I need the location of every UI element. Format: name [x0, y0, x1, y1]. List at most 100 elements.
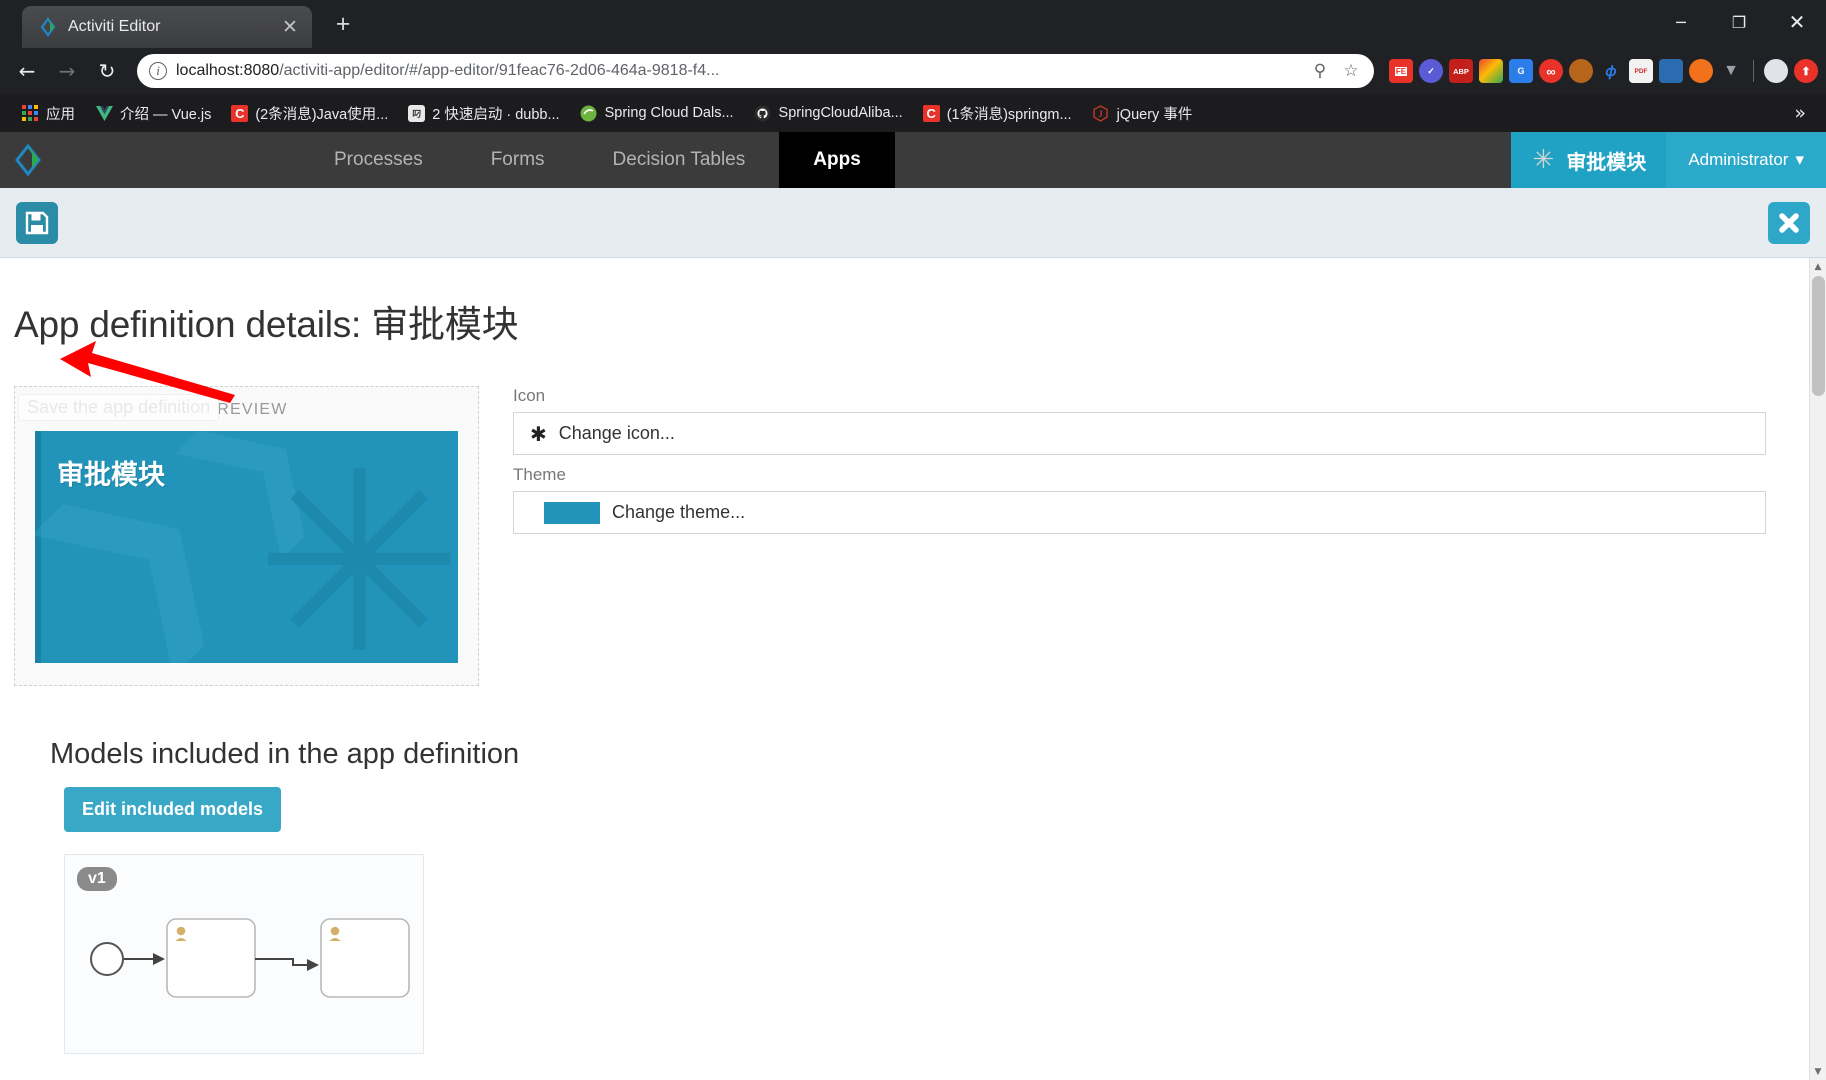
window-controls: ─ ❐ ✕ — [1652, 0, 1826, 44]
icon-field-label: Icon — [513, 386, 546, 405]
scroll-down-icon[interactable]: ▼ — [1810, 1063, 1826, 1080]
browser-toolbar: ← → ↻ i localhost:8080/activiti-app/edit… — [0, 48, 1826, 94]
bookmarks-overflow-icon[interactable]: » — [1786, 102, 1814, 124]
orange-dot-extension-icon[interactable] — [1689, 59, 1713, 83]
bookmark-label: (2条消息)Java使用... — [255, 106, 389, 123]
bookmark-label: Spring Cloud Dals... — [604, 105, 734, 121]
change-theme-field[interactable]: Change theme... — [513, 491, 1766, 534]
user-menu[interactable]: Administrator ▾ — [1666, 132, 1826, 188]
theme-color-swatch — [544, 501, 600, 524]
change-theme-label: Change theme... — [612, 502, 746, 522]
v-extension-icon[interactable]: ▼ — [1719, 59, 1743, 83]
bookmark-item-vuejs[interactable]: 介绍 — Vue.js — [86, 99, 220, 128]
forward-icon[interactable]: → — [48, 52, 86, 90]
current-app-indicator[interactable]: ✳ 审批模块 — [1510, 132, 1667, 188]
dubbo-icon: 叼 — [408, 104, 426, 122]
toolbar-divider — [1753, 60, 1754, 82]
model-card[interactable]: v1 — [64, 854, 424, 1054]
minimize-icon[interactable]: ─ — [1652, 0, 1710, 44]
page-info-icon[interactable]: i — [149, 62, 167, 80]
asterisk-icon: ✳ — [1532, 145, 1555, 175]
weather-extension-icon[interactable] — [1764, 59, 1788, 83]
bookmark-label: 应用 — [46, 106, 75, 123]
app-nav-items: Processes Forms Decision Tables Apps — [300, 132, 895, 199]
bookmark-item-apps[interactable]: 应用 — [12, 99, 84, 128]
url-path: /activiti-app/editor/#/app-editor/91feac… — [279, 62, 720, 79]
change-icon-field[interactable]: ✱ Change icon... — [513, 412, 1766, 455]
tab-decision-tables[interactable]: Decision Tables — [579, 132, 780, 188]
bookmark-star-icon[interactable]: ☆ — [1340, 61, 1362, 81]
bookmark-item-csdn-java[interactable]: C (2条消息)Java使用... — [222, 99, 397, 128]
csdn-icon: C — [231, 104, 249, 122]
google-translate-extension-icon[interactable]: G — [1509, 59, 1533, 83]
window-close-icon[interactable]: ✕ — [1768, 0, 1826, 44]
app-navbar: Processes Forms Decision Tables Apps ✳ 审… — [0, 132, 1826, 199]
editor-toolbar — [0, 188, 1826, 258]
back-icon[interactable]: ← — [8, 52, 46, 90]
preview-box: PREVIEW ❯ ❯ ✳ 审批模块 — [14, 386, 479, 686]
search-icon[interactable]: ⚲ — [1309, 61, 1331, 81]
asterisk-icon: ✳ — [254, 431, 458, 664]
tab-title: Activiti Editor — [68, 18, 161, 35]
models-section-title: Models included in the app definition — [50, 738, 520, 770]
csdn-icon: C — [922, 104, 940, 122]
current-app-label: 审批模块 — [1566, 151, 1647, 174]
page-title: App definition details: 审批模块 — [14, 304, 519, 345]
bookmark-label: jQuery 事件 — [1116, 106, 1193, 123]
close-x-icon — [1779, 212, 1799, 233]
leaf-extension-icon[interactable]: 𝜙 — [1599, 59, 1623, 83]
url-host: localhost:8080 — [176, 62, 280, 79]
app-nav-right: ✳ 审批模块 Administrator ▾ — [1510, 132, 1826, 188]
bookmark-item-csdn-springm[interactable]: C (1条消息)springm... — [914, 99, 1081, 128]
monkey-extension-icon[interactable] — [1569, 59, 1593, 83]
svg-text:J: J — [1098, 109, 1103, 119]
chevron-down-icon: ▾ — [1795, 150, 1804, 169]
bookmark-label: 2 快速启动 · dubb... — [432, 106, 560, 123]
tab-strip: Activiti Editor ✕ + ─ ❐ ✕ — [0, 0, 1826, 48]
close-icon[interactable]: ✕ — [278, 15, 302, 39]
address-bar[interactable]: i localhost:8080/activiti-app/editor/#/a… — [137, 54, 1374, 88]
check-circle-extension-icon[interactable]: ✓ — [1419, 59, 1443, 83]
browser-tab[interactable]: Activiti Editor ✕ — [22, 6, 312, 48]
bookmark-item-jquery[interactable]: J jQuery 事件 — [1083, 99, 1202, 128]
bookmarks-bar: 应用 介绍 — Vue.js C (2条消息)Java使用... 叼 2 快速启… — [0, 94, 1826, 132]
pdfjs-extension-icon[interactable]: PDF — [1629, 59, 1653, 83]
bookmark-item-spring-cloud-alibaba[interactable]: SpringCloudAliba... — [745, 100, 912, 126]
infinity-extension-icon[interactable]: ∞ — [1539, 59, 1563, 83]
block-extension-icon[interactable] — [1659, 59, 1683, 83]
adblock-plus-extension-icon[interactable]: ABP — [1449, 59, 1473, 83]
theme-field-label: Theme — [513, 465, 566, 484]
vertical-scrollbar[interactable]: ▲ ▼ — [1809, 258, 1826, 1080]
user-menu-label: Administrator — [1688, 150, 1789, 169]
version-badge: v1 — [77, 867, 117, 891]
close-editor-button[interactable] — [1768, 201, 1810, 244]
spring-icon — [580, 104, 598, 122]
tab-forms[interactable]: Forms — [457, 132, 579, 188]
bookmark-label: SpringCloudAliba... — [778, 105, 903, 121]
save-button[interactable] — [16, 201, 58, 244]
bookmark-item-dubbo[interactable]: 叼 2 快速启动 · dubb... — [399, 99, 568, 128]
app-preview-tile: ❯ ❯ ✳ 审批模块 — [35, 431, 458, 663]
save-tooltip: Save the app definition — [18, 394, 220, 421]
vue-icon — [95, 104, 113, 122]
activiti-logo-icon[interactable] — [0, 132, 56, 188]
reload-icon[interactable]: ↻ — [88, 52, 126, 90]
scrollbar-thumb[interactable] — [1812, 276, 1825, 396]
maximize-icon[interactable]: ❐ — [1710, 0, 1768, 44]
floppy-disk-save-icon — [25, 211, 49, 234]
tab-apps[interactable]: Apps — [779, 132, 895, 199]
google-app-extension-icon[interactable] — [1479, 59, 1503, 83]
scrollbar-bottom: ▼ — [1810, 1063, 1826, 1080]
upload-extension-icon[interactable]: ⬆ — [1794, 59, 1818, 83]
scroll-up-icon[interactable]: ▲ — [1810, 258, 1826, 275]
web-page: Processes Forms Decision Tables Apps ✳ 审… — [0, 132, 1826, 1080]
fe-extension-icon[interactable]: FE — [1389, 59, 1413, 83]
new-tab-button[interactable]: + — [326, 9, 360, 43]
asterisk-icon: ✱ — [530, 421, 547, 446]
tab-processes[interactable]: Processes — [300, 132, 457, 188]
page-content: App definition details: 审批模块 PREVIEW ❯ ❯… — [0, 258, 1826, 1080]
bookmark-item-spring-cloud-dalston[interactable]: Spring Cloud Dals... — [571, 100, 743, 126]
browser-window: Activiti Editor ✕ + ─ ❐ ✕ ← → ↻ i localh… — [0, 0, 1826, 1080]
apps-grid-icon — [21, 104, 39, 122]
edit-included-models-button[interactable]: Edit included models — [64, 787, 282, 832]
